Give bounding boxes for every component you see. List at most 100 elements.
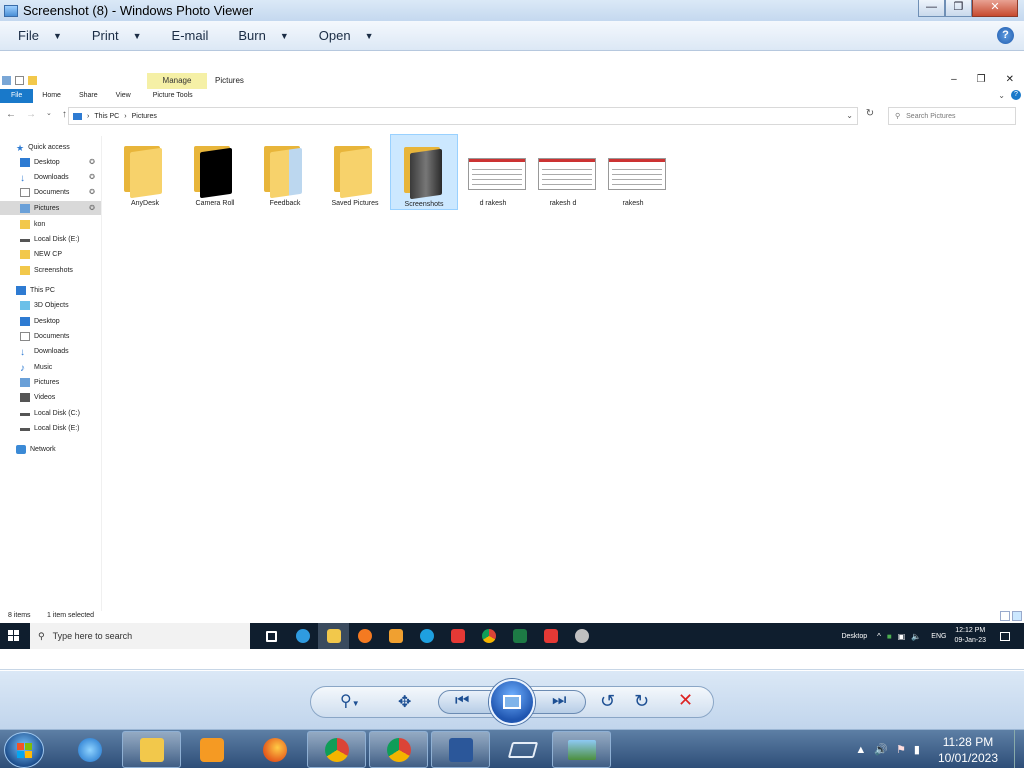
manage-context-tab[interactable]: Manage [147, 73, 207, 89]
slideshow-button[interactable] [489, 679, 535, 725]
next-icon[interactable]: ⏭ [552, 692, 566, 710]
notification-center-icon[interactable] [1000, 631, 1010, 641]
tab-file[interactable]: File [0, 89, 34, 103]
tab-share[interactable]: Share [70, 89, 107, 103]
minimize-icon[interactable]: – [951, 74, 957, 85]
item-rakesh[interactable]: rakesh [599, 134, 667, 210]
delete-icon[interactable]: ✕ [678, 690, 693, 711]
rotate-clockwise-icon[interactable]: ↻ [634, 691, 649, 712]
win10-clock[interactable]: 12:12 PM 09-Jan-23 [954, 626, 986, 646]
forward-arrow-icon[interactable]: → [26, 109, 36, 120]
item-rakesh-d[interactable]: rakesh d [529, 134, 597, 210]
media-player-button[interactable] [182, 731, 241, 768]
show-hidden-icons[interactable]: ^ [877, 632, 881, 641]
chrome-button[interactable] [307, 731, 366, 768]
chrome-icon[interactable] [473, 623, 504, 649]
open-menu[interactable]: Open ▼ [301, 28, 386, 43]
pin-icon[interactable]: ✪ [89, 204, 95, 212]
nav-qa-new-cp[interactable]: NEW CP [0, 247, 101, 261]
nav-qa-kon[interactable]: kon [0, 217, 101, 231]
tab-view[interactable]: View [107, 89, 140, 103]
task-view-icon[interactable] [256, 623, 287, 649]
minimize-button[interactable]: — [918, 0, 945, 17]
nav-qa-documents[interactable]: Documents ✪ [0, 185, 101, 199]
pin-icon[interactable]: ✪ [89, 173, 95, 181]
burn-menu[interactable]: Burn ▼ [220, 28, 300, 43]
nav-qa-local-disk-e[interactable]: Local Disk (E:) [0, 232, 101, 246]
actual-size-icon[interactable]: ✥ [398, 692, 411, 712]
start-orb[interactable] [4, 732, 44, 768]
tab-home[interactable]: Home [33, 89, 70, 103]
network-signal-icon[interactable]: ▮ [914, 743, 920, 756]
nav-qa-desktop[interactable]: Desktop ✪ [0, 155, 101, 169]
address-bar[interactable]: › This PC › Pictures ⌄ [68, 107, 858, 125]
breadcrumb-this-pc[interactable]: This PC [94, 113, 119, 120]
show-desktop-button[interactable] [1014, 730, 1024, 768]
back-arrow-icon[interactable]: ← [6, 109, 16, 120]
anydesk-icon[interactable] [442, 623, 473, 649]
taskbar-search-input[interactable]: ⚲ Type here to search [30, 623, 250, 649]
photo-viewer-button[interactable] [552, 731, 611, 768]
breadcrumb-pictures[interactable]: Pictures [132, 113, 157, 120]
help-icon[interactable]: ? [1011, 90, 1021, 100]
chrome-profile-button[interactable] [369, 731, 428, 768]
switch-windows-button[interactable] [493, 731, 552, 768]
item-screenshots[interactable]: Screenshots [390, 134, 458, 210]
nav-videos[interactable]: Videos [0, 390, 101, 404]
volume-muted-icon[interactable]: 🔈 [911, 632, 921, 641]
close-button[interactable]: ✕ [972, 0, 1018, 17]
nav-qa-screenshots[interactable]: Screenshots [0, 263, 101, 277]
nav-local-disk-e[interactable]: Local Disk (E:) [0, 421, 101, 435]
nav-music[interactable]: ♪ Music [0, 360, 101, 374]
nav-pc-desktop[interactable]: Desktop [0, 314, 101, 328]
nav-this-pc[interactable]: This PC [0, 283, 101, 297]
nav-3d-objects[interactable]: 3D Objects [0, 298, 101, 312]
nav-quick-access[interactable]: ★ Quick access [16, 140, 117, 154]
nav-pc-pictures[interactable]: Pictures [0, 375, 101, 389]
details-view-icon[interactable] [1000, 611, 1010, 621]
chevron-down-icon[interactable]: ⌄ [846, 111, 853, 120]
close-icon[interactable]: ✕ [1006, 74, 1014, 85]
previous-icon[interactable]: ⏮ [455, 692, 469, 710]
item-d-rakesh[interactable]: d rakesh [459, 134, 527, 210]
edge-icon[interactable] [287, 623, 318, 649]
outlook-icon[interactable] [380, 623, 411, 649]
item-camera-roll[interactable]: Camera Roll [181, 134, 249, 210]
desktop-toolbar[interactable]: Desktop [841, 633, 867, 640]
firefox-button[interactable] [245, 731, 304, 768]
large-icons-view-icon[interactable] [1012, 611, 1022, 621]
restore-icon[interactable]: ❐ [977, 74, 986, 85]
nav-qa-downloads[interactable]: ↓ Downloads ✪ [0, 170, 101, 184]
windows-explorer-button[interactable] [122, 731, 181, 768]
print-menu[interactable]: Print ▼ [74, 28, 154, 43]
rotate-counterclockwise-icon[interactable]: ↺ [600, 691, 615, 712]
item-feedback[interactable]: Feedback [251, 134, 319, 210]
email-menu[interactable]: E-mail [154, 28, 221, 43]
internet-explorer-button[interactable] [60, 731, 119, 768]
network-icon[interactable]: ▣ [898, 632, 906, 641]
help-icon[interactable]: ? [997, 27, 1014, 44]
refresh-icon[interactable]: ↻ [862, 108, 878, 124]
maximize-button[interactable]: ❐ [945, 0, 972, 17]
nav-pc-downloads[interactable]: ↓ Downloads [0, 344, 101, 358]
paint-icon[interactable] [566, 623, 597, 649]
anydesk-2-icon[interactable] [535, 623, 566, 649]
item-saved-pictures[interactable]: Saved Pictures [321, 134, 389, 210]
item-anydesk[interactable]: AnyDesk [111, 134, 179, 210]
recent-dropdown-icon[interactable]: ⌄ [46, 109, 52, 120]
nav-local-disk-c[interactable]: Local Disk (C:) [0, 406, 101, 420]
volume-icon[interactable]: 🔊 [874, 743, 888, 756]
up-arrow-icon[interactable]: ↑ [62, 109, 67, 120]
tray-app-icon[interactable]: ■ [887, 632, 892, 641]
nav-network[interactable]: Network [0, 442, 101, 456]
nav-qa-pictures[interactable]: Pictures ✪ [0, 201, 101, 215]
windows-start-icon[interactable] [8, 630, 20, 642]
pin-icon[interactable]: ✪ [89, 158, 95, 166]
firefox-icon[interactable] [349, 623, 380, 649]
win7-clock[interactable]: 11:28 PM 10/01/2023 [938, 734, 998, 766]
nav-pc-documents[interactable]: Documents [0, 329, 101, 343]
show-hidden-icons[interactable]: ▲ [855, 744, 866, 756]
skype-icon[interactable] [411, 623, 442, 649]
word-button[interactable] [431, 731, 490, 768]
language-indicator[interactable]: ENG [931, 633, 946, 640]
